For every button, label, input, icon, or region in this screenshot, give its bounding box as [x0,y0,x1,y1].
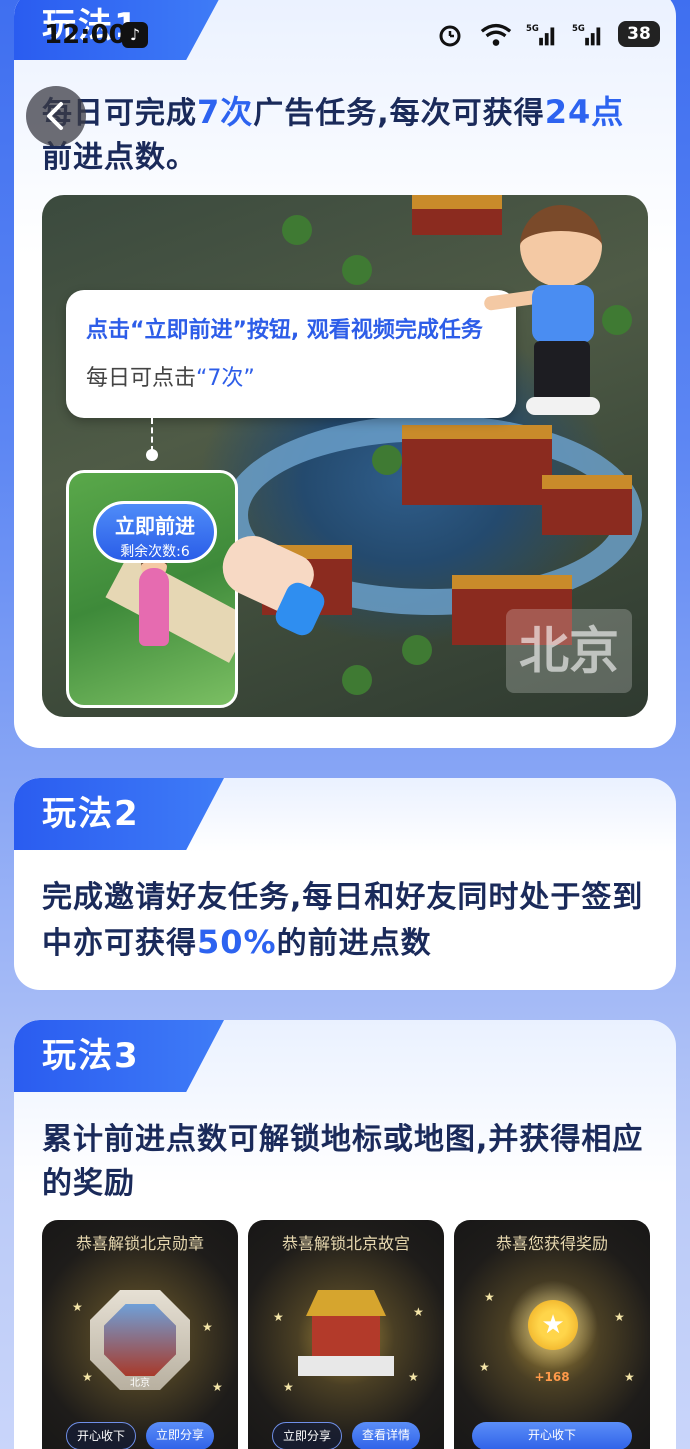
bubble-line-1: 点击“立即前进”按钮, 观看视频完成任务 [86,318,483,343]
gameplay-card-3: 玩法3 累计前进点数可解锁地标或地图,并获得相应的奖励 恭喜解锁北京勋章 ★ ★… [14,1020,676,1449]
share-button[interactable]: 立即分享 [146,1422,215,1449]
palace-building [542,475,632,535]
connector-dot [146,449,158,461]
status-bar: 12:00 ♪ 5G 5G 38 [0,0,690,70]
bubble-line-2: 每日可点击“7次” [86,366,255,391]
tree [282,215,312,245]
card3-description: 累计前进点数可解锁地标或地图,并获得相应的奖励 [42,1122,644,1201]
card2-description: 完成邀请好友任务,每日和好友同时处于签到中亦可获得50%的前进点数 [42,880,644,961]
instruction-bubble: 点击“立即前进”按钮, 观看视频完成任务 每日可点击“7次” [66,290,516,418]
svg-text:5G: 5G [572,23,585,33]
view-details-button[interactable]: 查看详情 [352,1422,421,1449]
reward-panel-coin: 恭喜您获得奖励 ★ ★ ★ ★ ★ +168 开心收下 × [454,1220,650,1449]
reward-panel-landmark: 恭喜解锁北京故宫 ★ ★ ★ ★ 立即分享 查看详情 × [248,1220,444,1449]
battery-icon: 38 [618,21,660,47]
svg-text:5G: 5G [526,23,539,33]
tree [372,445,402,475]
boy-mascot [483,205,632,420]
tree [342,255,372,285]
signal-icon-2: 5G [572,20,604,48]
gameplay-card-2: 玩法2 完成邀请好友任务,每日和好友同时处于签到中亦可获得50%的前进点数 [14,778,676,990]
palace-building [402,425,552,505]
card-tab-3: 玩法3 [14,1020,224,1092]
go-forward-button[interactable]: 立即前进 剩余次数:6 [93,501,217,563]
girl-runner [139,568,169,646]
beijing-map-illustration: 点击“立即前进”按钮, 观看视频完成任务 每日可点击“7次” 立即前进 剩余次数… [42,195,648,717]
tree [402,635,432,665]
card1-description: 每日可完成7次广告任务,每次可获得24点前进点数。 [42,93,625,175]
forbidden-city-icon [306,1290,386,1316]
chevron-left-icon [47,102,63,130]
reward-panels: 恭喜解锁北京勋章 ★ ★ ★ ★ 北京 开心收下 立即分享 × 恭喜解锁北京故宫… [42,1220,650,1449]
coin-icon: ★ [528,1300,578,1350]
panel-title: 恭喜解锁北京勋章 [75,1234,204,1253]
tiktok-icon: ♪ [122,22,148,48]
card-tab-2: 玩法2 [14,778,224,850]
palace-building [412,195,502,235]
wifi-icon [480,20,512,48]
accept-button[interactable]: 开心收下 [472,1422,632,1449]
reward-panel-badge: 恭喜解锁北京勋章 ★ ★ ★ ★ 北京 开心收下 立即分享 × [42,1220,238,1449]
gameplay-card-1: 玩法1 每日可完成7次广告任务,每次可获得24点前进点数。 点击“立即前进”按钮… [14,0,676,748]
reward-amount: +168 [534,1370,570,1384]
panel-title: 恭喜您获得奖励 [495,1234,608,1253]
panel-title: 恭喜解锁北京故宫 [281,1234,410,1253]
share-button[interactable]: 立即分享 [271,1422,342,1449]
accept-button[interactable]: 开心收下 [65,1422,136,1449]
city-stamp: 北京 [506,609,632,693]
status-time: 12:00 [44,20,127,50]
inset-preview: 立即前进 剩余次数:6 [66,470,238,708]
alarm-icon [434,20,466,48]
tree [342,665,372,695]
bubble-connector [151,418,153,452]
signal-icon-1: 5G [526,20,558,48]
back-button[interactable] [26,86,86,146]
badge-label: 北京 [130,1378,150,1389]
